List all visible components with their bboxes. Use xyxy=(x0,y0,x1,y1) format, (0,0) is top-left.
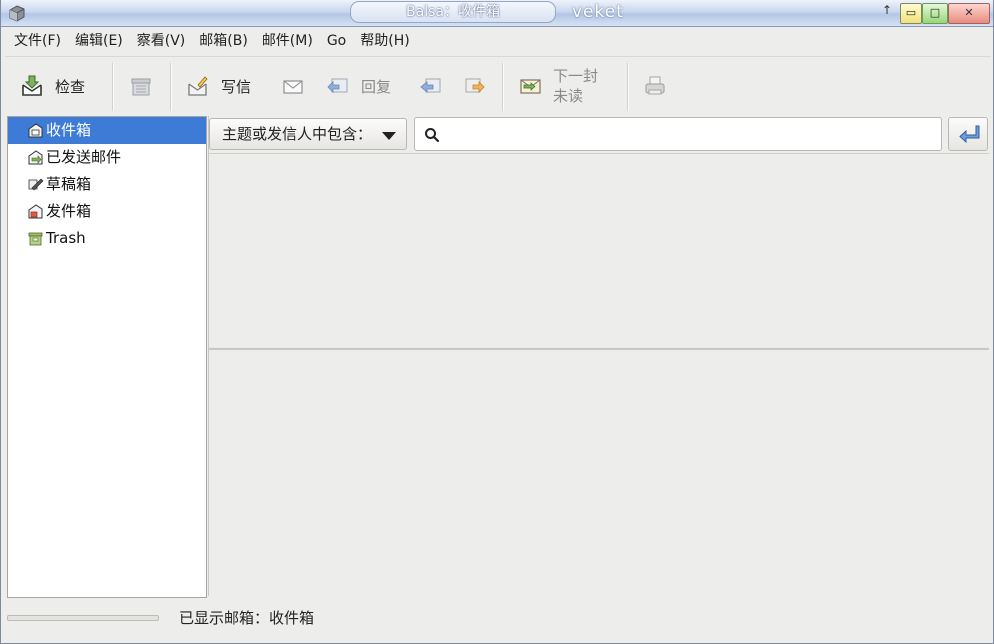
reply-button[interactable]: 回复 xyxy=(325,65,391,107)
check-label: 检查 xyxy=(55,77,86,96)
menu-mailbox[interactable]: 邮箱(B) xyxy=(192,30,255,52)
toolbar-separator xyxy=(112,63,114,111)
title-bar[interactable]: Balsa：收件箱 veket ↑ ▭ □ ✕ xyxy=(1,0,993,27)
apply-filter-button[interactable] xyxy=(948,117,988,151)
open-message-button[interactable] xyxy=(280,65,306,107)
sent-icon xyxy=(28,150,43,165)
menu-view[interactable]: 察看(V) xyxy=(130,30,193,52)
check-button[interactable]: 检查 xyxy=(19,65,85,107)
toolbar-separator xyxy=(627,63,629,111)
progress-bar xyxy=(7,615,159,621)
reply-all-icon xyxy=(420,78,441,93)
mailbox-drafts[interactable]: 草稿箱 xyxy=(8,171,206,198)
roll-up-icon[interactable]: ↑ xyxy=(882,3,892,17)
maximize-button[interactable]: □ xyxy=(922,3,948,24)
trash-icon xyxy=(28,232,43,246)
mailbox-trash[interactable]: Trash xyxy=(8,225,206,252)
message-preview-pane[interactable] xyxy=(208,350,989,596)
toolbar-separator xyxy=(502,63,504,111)
reply-label: 回复 xyxy=(361,77,392,96)
envelope-icon xyxy=(283,80,303,94)
compose-button[interactable]: 写信 xyxy=(185,65,251,107)
app-menu-icon[interactable] xyxy=(7,3,27,23)
mailbox-inbox[interactable]: 收件箱 xyxy=(8,117,206,144)
menu-help[interactable]: 帮助(H) xyxy=(353,30,416,52)
message-list[interactable] xyxy=(208,153,989,347)
close-button[interactable]: ✕ xyxy=(948,3,990,24)
menu-message[interactable]: 邮件(M) xyxy=(255,30,320,52)
print-icon xyxy=(645,76,665,95)
mailbox-label: 已发送邮件 xyxy=(46,148,122,166)
trash-icon xyxy=(131,78,151,96)
drafts-icon xyxy=(28,178,44,191)
mailbox-sent[interactable]: 已发送邮件 xyxy=(8,144,206,171)
mailbox-label: 收件箱 xyxy=(46,121,92,139)
app-window: Balsa：收件箱 veket ↑ ▭ □ ✕ 文件(F) 编辑(E) 察看(V) 邮… xyxy=(0,0,994,644)
next-unread-button[interactable]: 下一封 未读 xyxy=(517,65,598,107)
window-title: Balsa：收件箱 xyxy=(350,1,556,23)
search-input[interactable] xyxy=(449,122,933,148)
delete-button[interactable] xyxy=(128,65,154,107)
mailbox-tree: 收件箱 已发送邮件 草稿箱 发件箱 Trash xyxy=(7,116,207,598)
search-field[interactable] xyxy=(414,117,942,151)
message-area: 主题或发信人中包含： xyxy=(208,116,989,596)
filter-dropdown[interactable]: 主题或发信人中包含： xyxy=(209,118,407,150)
outbox-icon xyxy=(28,204,43,219)
mailbox-label: Trash xyxy=(46,229,86,247)
status-bar: 已显示邮箱：收件箱 xyxy=(1,600,993,640)
print-button[interactable] xyxy=(642,65,668,107)
menu-bar: 文件(F) 编辑(E) 察看(V) 邮箱(B) 邮件(M) Go 帮助(H) xyxy=(7,30,417,52)
search-icon xyxy=(425,128,440,143)
desktop-label: veket xyxy=(572,2,624,22)
filter-selected-label: 主题或发信人中包含： xyxy=(222,125,373,143)
enter-arrow-icon xyxy=(959,125,980,144)
forward-button[interactable] xyxy=(462,65,488,107)
status-text: 已显示邮箱：收件箱 xyxy=(179,609,315,627)
next-unread-icon xyxy=(520,79,541,94)
inbox-icon xyxy=(28,123,43,138)
menu-file[interactable]: 文件(F) xyxy=(7,30,68,52)
mailbox-outbox[interactable]: 发件箱 xyxy=(8,198,206,225)
mailbox-label: 发件箱 xyxy=(46,202,92,220)
compose-icon xyxy=(188,76,208,96)
forward-icon xyxy=(465,78,485,93)
toolbar: 检查 写信 回复 下一封 未读 xyxy=(5,56,991,115)
check-mail-icon xyxy=(22,75,42,96)
reply-all-button[interactable] xyxy=(418,65,444,107)
reply-icon xyxy=(327,78,348,93)
compose-label: 写信 xyxy=(221,77,252,96)
next-unread-label-line2: 未读 xyxy=(553,87,584,105)
menu-go[interactable]: Go xyxy=(320,30,353,52)
menu-edit[interactable]: 编辑(E) xyxy=(68,30,130,52)
minimize-button[interactable]: ▭ xyxy=(900,3,922,24)
chevron-down-icon xyxy=(382,132,396,140)
next-unread-label-line1: 下一封 xyxy=(553,67,599,85)
mailbox-label: 草稿箱 xyxy=(46,175,92,193)
toolbar-separator xyxy=(170,63,172,111)
